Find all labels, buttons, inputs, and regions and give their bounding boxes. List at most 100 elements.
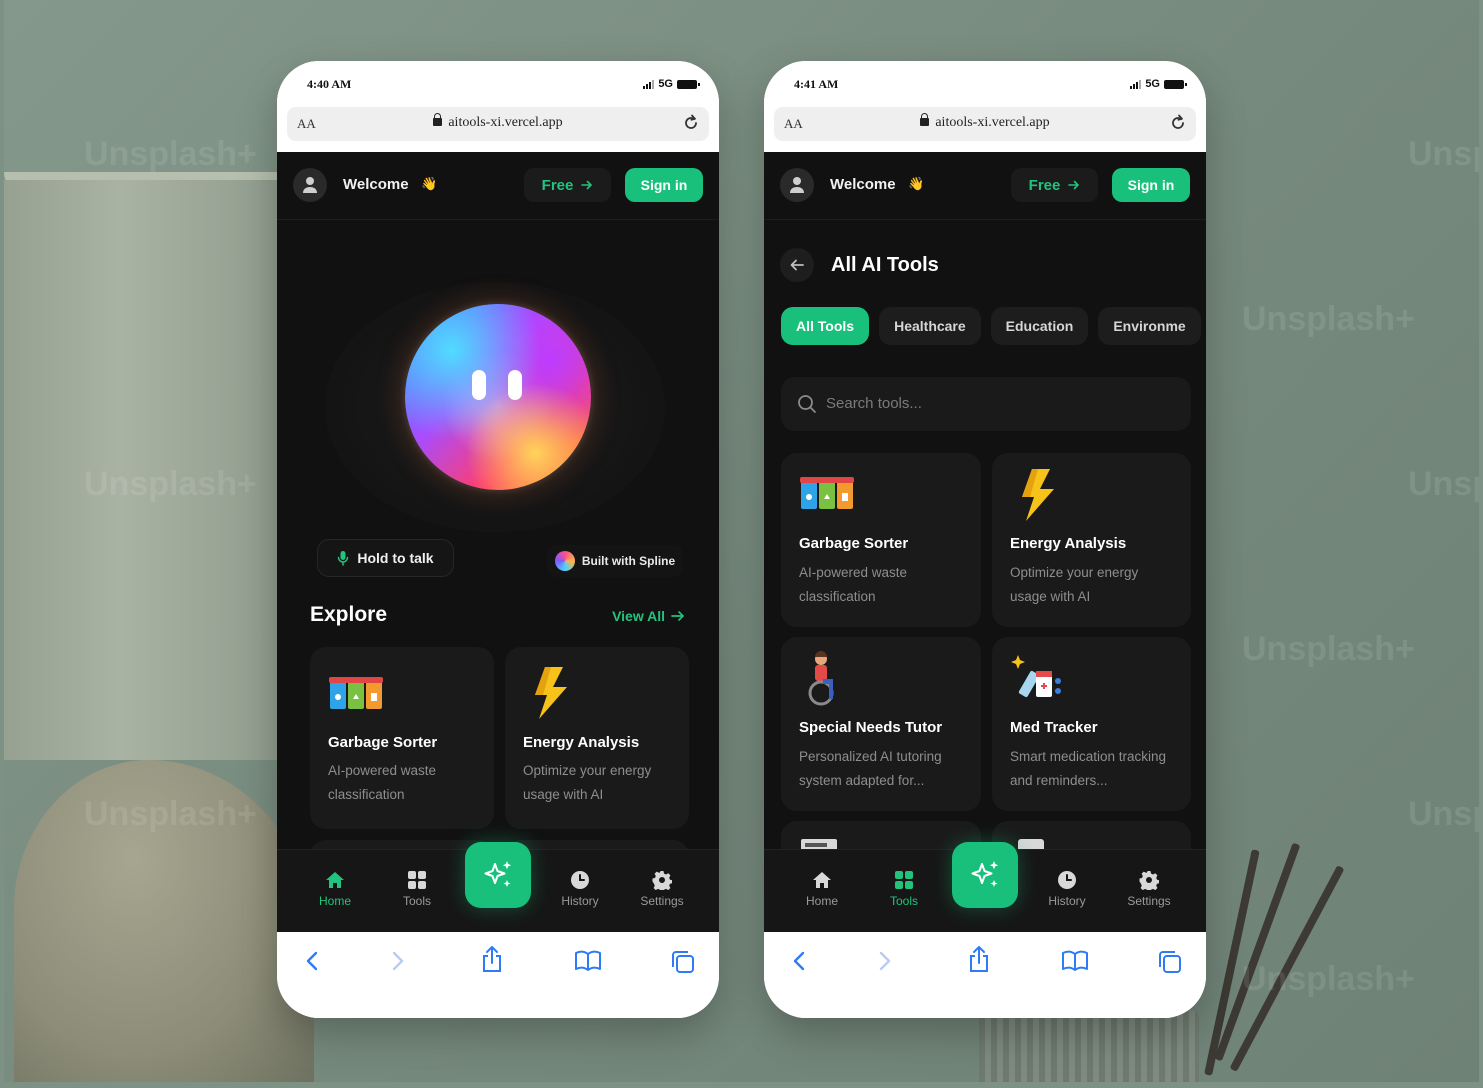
reload-icon[interactable] <box>1168 113 1188 133</box>
tabs-icon[interactable] <box>1157 949 1183 975</box>
gear-icon <box>1139 871 1159 890</box>
arrow-right-icon <box>1068 180 1080 190</box>
tab-home[interactable]: Home <box>300 870 370 908</box>
built-with-spline-badge[interactable]: Built with Spline <box>547 545 683 577</box>
bookmarks-icon[interactable] <box>574 949 602 973</box>
avatar[interactable] <box>293 168 327 202</box>
tool-card-energy-analysis[interactable]: Energy Analysis Optimize your energy usa… <box>505 647 689 829</box>
ai-sparkle-fab[interactable] <box>465 842 531 908</box>
url-field[interactable]: aitools-xi.vercel.app <box>287 113 709 131</box>
home-icon <box>326 872 344 888</box>
watermark: Unsplash+ <box>1408 795 1479 833</box>
share-icon[interactable] <box>480 945 504 973</box>
forward-chevron-icon[interactable] <box>877 949 893 973</box>
reload-icon[interactable] <box>681 113 701 133</box>
home-icon <box>813 872 831 888</box>
grid-icon <box>895 871 913 889</box>
lock-icon <box>433 113 443 126</box>
search-input[interactable]: Search tools... <box>781 377 1191 431</box>
chip-education[interactable]: Education <box>990 307 1089 345</box>
network-label: 5G <box>1145 78 1160 90</box>
card-title: Garbage Sorter <box>328 734 438 751</box>
microphone-icon <box>338 551 349 566</box>
free-label: Free <box>1028 176 1061 194</box>
tab-label: Home <box>318 894 351 908</box>
welcome-text: Welcome <box>343 176 409 193</box>
hold-to-talk-button[interactable]: Hold to talk <box>317 539 454 577</box>
wheelchair-person-icon <box>808 651 834 706</box>
spline-logo-icon <box>554 551 575 571</box>
arrow-right-icon <box>581 180 593 190</box>
tab-history[interactable]: History <box>1032 870 1102 908</box>
free-button[interactable]: Free <box>1011 168 1098 202</box>
card-description: AI-powered waste classification <box>799 565 908 604</box>
back-chevron-icon[interactable] <box>791 949 807 973</box>
tab-tools[interactable]: Tools <box>382 870 452 908</box>
chip-healthcare[interactable]: Healthcare <box>879 307 981 345</box>
tab-label: Settings <box>1127 894 1171 908</box>
forward-chevron-icon[interactable] <box>390 949 406 973</box>
bookmarks-icon[interactable] <box>1061 949 1089 973</box>
background-scene: Unsplash+ Unsplash+ Unsplash+ Unsplash+ … <box>4 0 1479 1082</box>
tab-settings[interactable]: Settings <box>1114 870 1184 908</box>
avatar[interactable] <box>780 168 814 202</box>
tab-tools[interactable]: Tools <box>869 870 939 908</box>
lock-icon <box>920 113 930 126</box>
chip-all-tools[interactable]: All Tools <box>781 307 870 345</box>
free-label: Free <box>541 176 574 194</box>
page-title: All AI Tools <box>831 254 939 276</box>
url-field[interactable]: aitools-xi.vercel.app <box>774 113 1196 131</box>
clock-icon <box>571 871 589 889</box>
tab-label: Tools <box>889 894 918 908</box>
spline-label: Built with Spline <box>581 554 676 568</box>
orb-eye-left <box>472 370 486 400</box>
status-indicators: 5G <box>643 78 700 90</box>
tool-card-garbage-sorter[interactable]: Garbage Sorter AI-powered waste classifi… <box>310 647 494 829</box>
tool-card-med-tracker[interactable]: Med Tracker Smart medication tracking an… <box>992 637 1191 811</box>
tool-card-special-needs-tutor[interactable]: Special Needs Tutor Personalized AI tuto… <box>781 637 981 811</box>
status-bar: 4:41 AM 5G <box>764 61 1206 105</box>
chip-environment[interactable]: Environme <box>1098 307 1201 345</box>
signal-icon <box>1130 79 1142 89</box>
status-time: 4:40 AM <box>307 77 352 91</box>
bottom-tab-bar: Home Tools History Settings <box>764 842 1206 932</box>
arrow-left-icon <box>790 259 804 271</box>
tab-history[interactable]: History <box>545 870 615 908</box>
back-chevron-icon[interactable] <box>304 949 320 973</box>
watermark: Unsplash+ <box>1242 960 1415 998</box>
signin-button[interactable]: Sign in <box>625 168 703 202</box>
phone-all-tools-screen: 4:41 AM 5G AA aitools-xi.vercel.app Welc… <box>764 61 1206 1018</box>
tab-settings[interactable]: Settings <box>627 870 697 908</box>
address-bar[interactable]: AA aitools-xi.vercel.app <box>774 107 1196 141</box>
card-description: Personalized AI tutoring system adapted … <box>799 749 942 788</box>
free-button[interactable]: Free <box>524 168 611 202</box>
watermark: Unsplash+ <box>1242 300 1415 338</box>
recycle-bins-icon <box>800 477 854 509</box>
orb-eye-right <box>508 370 522 400</box>
signin-button[interactable]: Sign in <box>1112 168 1190 202</box>
top-nav: Welcome 👋 Free Sign in <box>764 152 1206 220</box>
network-label: 5G <box>658 78 673 90</box>
bottom-tab-bar: Home Tools History Settings <box>277 842 719 932</box>
card-title: Energy Analysis <box>523 734 640 751</box>
watermark: Unsplash+ <box>84 795 257 833</box>
tool-card-energy-analysis[interactable]: Energy Analysis Optimize your energy usa… <box>992 453 1191 627</box>
card-description: Smart medication tracking and reminders.… <box>1010 749 1167 788</box>
ai-sparkle-fab[interactable] <box>952 842 1018 908</box>
battery-icon <box>1164 79 1187 89</box>
view-all-link[interactable]: View All <box>612 608 685 624</box>
share-icon[interactable] <box>967 945 991 973</box>
grid-icon <box>408 871 426 889</box>
ai-orb-avatar[interactable] <box>405 304 591 490</box>
hold-to-talk-label: Hold to talk <box>357 550 434 566</box>
tabs-icon[interactable] <box>670 949 696 975</box>
user-icon <box>303 177 317 193</box>
search-placeholder: Search tools... <box>826 395 922 412</box>
address-bar[interactable]: AA aitools-xi.vercel.app <box>287 107 709 141</box>
back-button[interactable] <box>780 248 814 282</box>
recycle-bins-icon <box>329 677 383 709</box>
view-all-label: View All <box>612 608 665 624</box>
tab-home[interactable]: Home <box>787 870 857 908</box>
watermark: Unsplash+ <box>84 465 257 503</box>
tool-card-garbage-sorter[interactable]: Garbage Sorter AI-powered waste classifi… <box>781 453 981 627</box>
